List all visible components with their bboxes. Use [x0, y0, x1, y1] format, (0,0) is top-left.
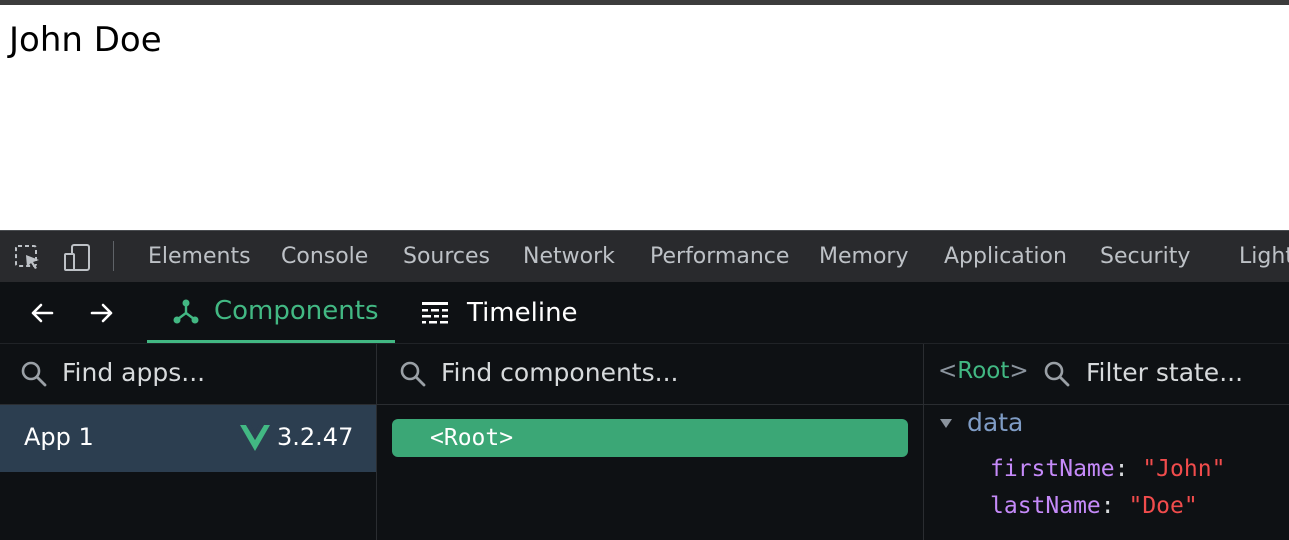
- devtools-toolbar: Elements Console Sources Network Perform…: [0, 230, 1289, 283]
- tab-network[interactable]: Network: [523, 244, 615, 269]
- search-icon: [1044, 361, 1070, 387]
- collapse-triangle-icon[interactable]: [940, 419, 952, 428]
- timeline-icon: [422, 301, 448, 323]
- state-property[interactable]: lastName: "Doe": [990, 493, 1198, 519]
- component-tree-node-root[interactable]: <Root>: [392, 419, 908, 457]
- tab-performance[interactable]: Performance: [650, 244, 789, 269]
- app-list-item[interactable]: App 1 3.2.47: [0, 405, 376, 472]
- apps-search[interactable]: Find apps...: [0, 344, 376, 405]
- tab-memory[interactable]: Memory: [819, 244, 908, 269]
- tab-console[interactable]: Console: [281, 244, 368, 269]
- property-value: "John": [1142, 456, 1226, 482]
- vue-devtools-header: Components Timeline: [0, 282, 1289, 344]
- vue-logo-icon: [240, 425, 270, 451]
- inspect-element-icon[interactable]: [12, 241, 44, 273]
- arrow-left-icon[interactable]: [27, 298, 57, 328]
- tab-lighthouse[interactable]: Light: [1239, 244, 1289, 269]
- tab-elements[interactable]: Elements: [148, 244, 251, 269]
- component-tree-node-label: <Root>: [430, 425, 514, 451]
- property-value: "Doe": [1128, 493, 1198, 519]
- property-key: lastName: [990, 493, 1101, 519]
- state-section-title[interactable]: data: [967, 408, 1023, 437]
- tab-timeline-label: Timeline: [467, 297, 578, 328]
- app-name: App 1: [24, 423, 94, 451]
- bracket-open: <: [938, 358, 958, 384]
- tab-timeline[interactable]: Timeline: [418, 282, 578, 343]
- tab-components[interactable]: Components: [147, 282, 395, 343]
- selected-component-name: <Root>: [938, 358, 1029, 384]
- apps-pane: Find apps... App 1 3.2.47: [0, 344, 377, 540]
- tab-components-label: Components: [214, 296, 379, 326]
- tab-security[interactable]: Security: [1100, 244, 1190, 269]
- components-search[interactable]: Find components...: [377, 344, 923, 405]
- toolbar-divider: [113, 241, 114, 271]
- browser-top-border: [0, 0, 1289, 5]
- components-search-input[interactable]: Find components...: [441, 358, 678, 387]
- apps-search-input[interactable]: Find apps...: [62, 358, 205, 387]
- app-version: 3.2.47: [277, 423, 354, 451]
- state-property[interactable]: firstName: "John": [990, 456, 1225, 482]
- search-icon: [21, 361, 47, 387]
- tab-application[interactable]: Application: [944, 244, 1067, 269]
- property-key: firstName: [990, 456, 1115, 482]
- state-header: <Root> Filter state...: [924, 344, 1289, 405]
- tab-sources[interactable]: Sources: [403, 244, 490, 269]
- search-icon: [400, 361, 426, 387]
- components-pane: Find components... <Root>: [377, 344, 924, 540]
- state-filter-input[interactable]: Filter state...: [1086, 358, 1243, 387]
- arrow-right-icon[interactable]: [87, 298, 117, 328]
- component-tree-icon: [173, 299, 199, 324]
- page-content-text: John Doe: [9, 20, 162, 60]
- state-pane: <Root> Filter state... data firstName: "…: [924, 344, 1289, 540]
- bracket-close: >: [1009, 358, 1029, 384]
- selected-component-label: Root: [957, 358, 1010, 384]
- device-toolbar-icon[interactable]: [62, 241, 94, 273]
